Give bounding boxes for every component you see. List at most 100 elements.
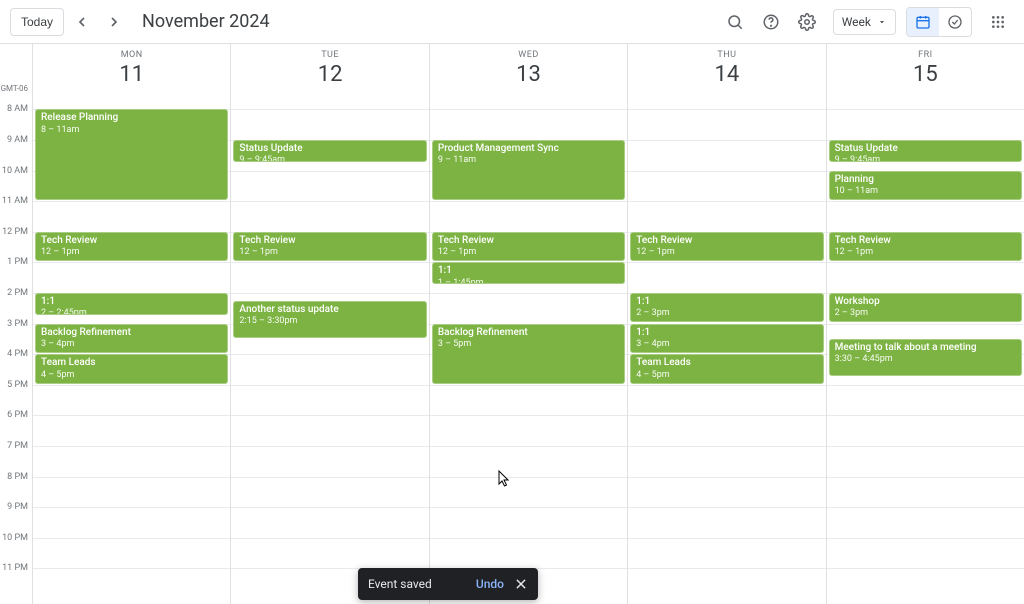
day-grid[interactable]: Status Update9 – 9:45am Tech Review12 – 1… bbox=[231, 94, 428, 604]
toast-undo-button[interactable]: Undo bbox=[476, 577, 504, 591]
calendar-event[interactable]: Backlog Refinement3 – 5pm bbox=[432, 324, 625, 384]
time-label: 7 PM bbox=[7, 441, 28, 451]
calendar-event[interactable]: Another status update2:15 – 3:30pm bbox=[233, 301, 426, 338]
hour-line bbox=[231, 293, 428, 294]
hour-line bbox=[430, 446, 627, 447]
hour-line bbox=[628, 507, 825, 508]
day-column[interactable]: MON11 Release Planning8 – 11am Tech Review… bbox=[32, 44, 230, 604]
day-header[interactable]: MON11 bbox=[33, 44, 230, 94]
calendar-event[interactable]: Release Planning8 – 11am bbox=[35, 109, 228, 200]
time-label: 3 PM bbox=[7, 319, 28, 329]
hour-line bbox=[430, 415, 627, 416]
calendar-view-toggle[interactable] bbox=[907, 8, 939, 36]
event-title: 1:1 bbox=[636, 296, 817, 309]
prev-week-button[interactable] bbox=[68, 8, 96, 36]
toast-close-button[interactable] bbox=[514, 577, 528, 591]
hour-line bbox=[231, 477, 428, 478]
hour-line bbox=[430, 293, 627, 294]
event-time: 4 – 5pm bbox=[41, 370, 222, 381]
chevron-right-icon bbox=[106, 14, 122, 30]
day-column[interactable]: FRI15 Status Update9 – 9:45am Planning10 –… bbox=[826, 44, 1024, 604]
event-title: Status Update bbox=[239, 143, 420, 156]
event-title: Team Leads bbox=[636, 357, 817, 370]
calendar-event[interactable]: 1:13 – 4pm bbox=[630, 324, 823, 354]
event-title: Workshop bbox=[835, 296, 1016, 309]
day-header[interactable]: WED13 bbox=[430, 44, 627, 94]
calendar-icon bbox=[915, 14, 931, 30]
day-column[interactable]: TUE12 Status Update9 – 9:45am Tech Review1… bbox=[230, 44, 428, 604]
day-grid[interactable]: Tech Review12 – 1pm1:12 – 3pm1:13 – 4pmT… bbox=[628, 94, 825, 604]
event-time: 3 – 5pm bbox=[438, 339, 619, 350]
day-header[interactable]: THU14 bbox=[628, 44, 825, 94]
view-selector[interactable]: Week bbox=[833, 9, 896, 35]
day-number: 13 bbox=[430, 62, 627, 87]
event-time: 1 – 1:45pm bbox=[438, 278, 619, 284]
calendar-event[interactable]: 1:12 – 3pm bbox=[630, 293, 823, 323]
day-grid[interactable]: Release Planning8 – 11am Tech Review12 – … bbox=[33, 94, 230, 604]
next-week-button[interactable] bbox=[100, 8, 128, 36]
calendar-event[interactable]: Status Update9 – 9:45am bbox=[233, 140, 426, 162]
day-header[interactable]: TUE12 bbox=[231, 44, 428, 94]
hour-line bbox=[231, 507, 428, 508]
hour-line bbox=[628, 415, 825, 416]
hour-line bbox=[430, 201, 627, 202]
calendar-event[interactable]: Status Update9 – 9:45am bbox=[829, 140, 1022, 162]
day-grid[interactable]: Product Management Sync9 – 11am Tech Revi… bbox=[430, 94, 627, 604]
calendar-event[interactable]: Tech Review12 – 1pm bbox=[35, 232, 228, 262]
hour-line bbox=[628, 109, 825, 110]
calendar-event[interactable]: Tech Review12 – 1pm bbox=[233, 232, 426, 262]
event-title: Release Planning bbox=[41, 112, 222, 125]
hour-line bbox=[33, 477, 230, 478]
calendar-event[interactable]: Tech Review12 – 1pm bbox=[630, 232, 823, 262]
hour-line bbox=[628, 568, 825, 569]
hour-line bbox=[430, 507, 627, 508]
day-column[interactable]: WED13 Product Management Sync9 – 11am Tech… bbox=[429, 44, 627, 604]
tasks-view-toggle[interactable] bbox=[939, 8, 971, 36]
day-grid[interactable]: Status Update9 – 9:45am Planning10 – 11am… bbox=[827, 94, 1024, 604]
event-time: 2 – 3pm bbox=[835, 308, 1016, 319]
event-title: Planning bbox=[835, 174, 1016, 187]
calendar-event[interactable]: Tech Review12 – 1pm bbox=[432, 232, 625, 262]
time-label: 8 AM bbox=[7, 104, 28, 114]
event-title: Backlog Refinement bbox=[41, 327, 222, 340]
calendar-event[interactable]: Product Management Sync9 – 11am bbox=[432, 140, 625, 200]
calendar-event[interactable]: Tech Review12 – 1pm bbox=[829, 232, 1022, 262]
event-title: Another status update bbox=[239, 304, 420, 317]
event-title: 1:1 bbox=[41, 296, 222, 309]
calendar-event[interactable]: Team Leads4 – 5pm bbox=[35, 354, 228, 384]
today-button[interactable]: Today bbox=[10, 8, 64, 36]
calendar-event[interactable]: Meeting to talk about a meeting3:30 – 4:… bbox=[829, 339, 1022, 376]
time-label: 11 PM bbox=[2, 563, 28, 573]
calendar-event[interactable]: Workshop2 – 3pm bbox=[829, 293, 1022, 323]
event-time: 12 – 1pm bbox=[636, 247, 817, 258]
hour-line bbox=[33, 568, 230, 569]
help-icon bbox=[762, 13, 780, 31]
day-column[interactable]: THU14 Tech Review12 – 1pm 1:12 – 3pm1:13 –… bbox=[627, 44, 825, 604]
event-time: 2 – 2:45pm bbox=[41, 308, 222, 314]
google-apps-button[interactable] bbox=[982, 6, 1014, 38]
calendar-event[interactable]: Team Leads4 – 5pm bbox=[630, 354, 823, 384]
calendar-event[interactable]: 1:11 – 1:45pm bbox=[432, 262, 625, 284]
calendar-event[interactable]: Backlog Refinement3 – 4pm bbox=[35, 324, 228, 354]
calendar-event[interactable]: Planning10 – 11am bbox=[829, 171, 1022, 201]
event-title: Tech Review bbox=[835, 235, 1016, 248]
gear-icon bbox=[798, 13, 816, 31]
event-time: 4 – 5pm bbox=[636, 370, 817, 381]
hour-line bbox=[628, 538, 825, 539]
hour-line bbox=[231, 385, 428, 386]
week-grid[interactable]: MON11 Release Planning8 – 11am Tech Review… bbox=[32, 44, 1024, 604]
hour-line bbox=[33, 262, 230, 263]
calendar-event[interactable]: 1:12 – 2:45pm bbox=[35, 293, 228, 315]
hour-line bbox=[628, 171, 825, 172]
day-header[interactable]: FRI15 bbox=[827, 44, 1024, 94]
search-button[interactable] bbox=[719, 6, 751, 38]
hour-line bbox=[430, 538, 627, 539]
help-button[interactable] bbox=[755, 6, 787, 38]
event-time: 8 – 11am bbox=[41, 125, 222, 136]
hour-line bbox=[33, 385, 230, 386]
day-of-week-label: THU bbox=[628, 50, 825, 60]
settings-button[interactable] bbox=[791, 6, 823, 38]
event-time: 2:15 – 3:30pm bbox=[239, 316, 420, 327]
hour-line bbox=[430, 385, 627, 386]
event-time: 12 – 1pm bbox=[438, 247, 619, 258]
